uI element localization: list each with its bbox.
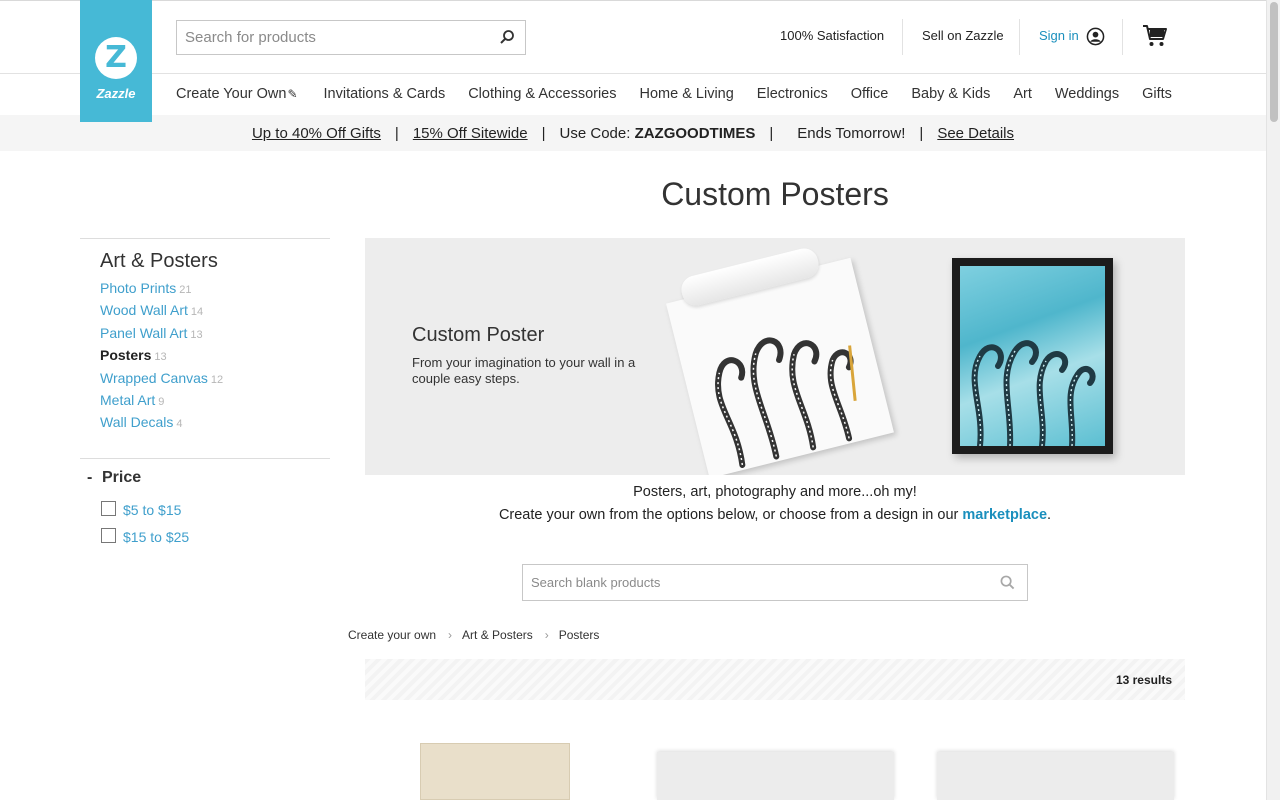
header-divider: [902, 19, 903, 55]
sidebar-item-count: 13: [190, 328, 203, 341]
chevron-right-icon: ›: [448, 628, 453, 642]
marketplace-link[interactable]: marketplace: [962, 507, 1047, 523]
sidebar-item-count: 4: [176, 418, 183, 431]
breadcrumb-posters: Posters: [558, 628, 600, 642]
zazzle-logo[interactable]: Z Zazzle: [80, 0, 152, 122]
promo-separator: |: [394, 125, 399, 142]
logo-wordmark: Zazzle: [96, 86, 136, 101]
header-rule: [0, 73, 1266, 74]
price-option-label[interactable]: $5 to $15: [123, 502, 181, 518]
sidebar-item-metal-art[interactable]: Metal Art 9: [100, 391, 223, 413]
sidebar-item-label: Wall Decals: [100, 414, 174, 431]
search-input[interactable]: [177, 21, 487, 54]
pencil-icon: ✎: [287, 87, 298, 101]
nav-baby-kids[interactable]: Baby & Kids: [911, 86, 990, 106]
hero-banner: Custom Poster From your imagination to y…: [365, 238, 1185, 475]
promo-bar: Up to 40% Off Gifts | 15% Off Sitewide | Use…: [0, 115, 1266, 151]
product-thumbnail[interactable]: [657, 752, 894, 800]
sidebar-item-count: 21: [179, 284, 192, 296]
nav-office[interactable]: Office: [851, 86, 889, 106]
sidebar-item-label: Wood Wall Art: [100, 302, 188, 319]
nav-weddings[interactable]: Weddings: [1055, 86, 1119, 106]
sidebar-item-wall-decals[interactable]: Wall Decals 4: [100, 413, 223, 435]
sidebar-item-panel-wall-art[interactable]: Panel Wall Art 13: [100, 324, 223, 346]
header-divider: [1019, 19, 1020, 55]
breadcrumb-create-your-own[interactable]: Create your own: [348, 628, 436, 642]
results-bar: 13 results: [365, 659, 1185, 700]
breadcrumb-art-posters[interactable]: Art & Posters: [462, 628, 533, 642]
blank-product-search[interactable]: [522, 564, 1028, 601]
sidebar-divider: [80, 238, 330, 239]
price-option-15-25[interactable]: $15 to $25: [101, 525, 189, 545]
nav-art[interactable]: Art: [1013, 86, 1032, 106]
nav-electronics[interactable]: Electronics: [757, 86, 828, 106]
sidebar-item-photo-prints[interactable]: Photo Prints 21: [100, 279, 223, 301]
promo-ends: Ends Tomorrow!: [797, 125, 906, 142]
price-checkbox[interactable]: [101, 500, 116, 516]
price-collapse-toggle[interactable]: -: [87, 469, 92, 487]
promo-separator: |: [541, 125, 546, 142]
header-divider: [1122, 19, 1123, 55]
cart-icon[interactable]: [1142, 24, 1168, 48]
logo-z-icon: Z: [95, 37, 137, 79]
sidebar-item-label: Metal Art: [100, 391, 156, 408]
sidebar-item-wood-wall-art[interactable]: Wood Wall Art 14: [100, 301, 223, 323]
banner-subtitle: From your imagination to your wall in a …: [412, 355, 636, 386]
blurb-line-2: Create your own from the options below, …: [365, 507, 1185, 523]
sign-in-link[interactable]: Sign in: [1039, 28, 1079, 43]
category-nav: Create Your Own✎ Invitations & Cards Clo…: [176, 86, 1172, 106]
nav-create-your-own[interactable]: Create Your Own✎: [176, 86, 298, 106]
price-option-5-15[interactable]: $5 to $15: [101, 498, 181, 518]
sidebar-item-label: Wrapped Canvas: [100, 369, 208, 386]
sidebar-item-wrapped-canvas[interactable]: Wrapped Canvas 12: [100, 369, 223, 391]
nav-gifts[interactable]: Gifts: [1142, 86, 1172, 106]
sidebar-item-label: Posters: [100, 347, 152, 364]
price-filter-heading: Price: [102, 469, 142, 486]
sidebar-item-label: Panel Wall Art: [100, 324, 188, 341]
sidebar-item-posters[interactable]: Posters 13: [100, 346, 223, 368]
promo-gifts-link[interactable]: Up to 40% Off Gifts: [252, 125, 381, 142]
sell-link[interactable]: Sell on Zazzle: [922, 28, 1004, 43]
blurb-line-2-end: .: [1047, 507, 1052, 523]
sidebar-heading: Art & Posters: [100, 250, 218, 272]
banner-title: Custom Poster: [412, 324, 545, 346]
search-icon[interactable]: [499, 29, 515, 45]
nav-home-living[interactable]: Home & Living: [640, 86, 734, 106]
sidebar-item-count: 14: [190, 306, 204, 319]
nav-label: Create Your Own: [176, 86, 287, 102]
product-thumbnail[interactable]: [937, 752, 1174, 800]
product-search[interactable]: [176, 20, 526, 55]
price-checkbox[interactable]: [101, 527, 116, 543]
nav-clothing-accessories[interactable]: Clothing & Accessories: [468, 86, 616, 106]
promo-code: ZAZGOODTIMES: [634, 125, 756, 142]
satisfaction-link[interactable]: 100% Satisfaction: [780, 28, 884, 43]
sidebar-divider: [80, 458, 330, 459]
search-icon[interactable]: [1000, 575, 1015, 590]
sidebar-item-count: 13: [154, 351, 167, 364]
vertical-scrollbar[interactable]: [1266, 0, 1280, 800]
breadcrumb: Create your own › Art & Posters › Poster…: [348, 628, 599, 642]
promo-details-link[interactable]: See Details: [937, 125, 1014, 142]
sidebar-item-count: 9: [158, 395, 165, 408]
scrollbar-thumb[interactable]: [1270, 2, 1278, 122]
promo-separator: |: [919, 125, 924, 142]
top-border: [0, 0, 1266, 1]
blurb-line-1: Posters, art, photography and more...oh …: [633, 484, 917, 500]
chevron-right-icon: ›: [544, 628, 549, 642]
blurb-line-2-text: Create your own from the options below, …: [498, 507, 959, 523]
product-thumbnail[interactable]: [420, 743, 570, 800]
nav-invitations-cards[interactable]: Invitations & Cards: [324, 86, 446, 106]
promo-code-label: Use Code:: [559, 125, 631, 142]
page-title: Custom Posters: [661, 176, 889, 212]
sidebar-item-label: Photo Prints: [100, 280, 177, 296]
results-count: 13 results: [1115, 673, 1172, 687]
blank-search-input[interactable]: [523, 565, 983, 600]
price-option-label[interactable]: $15 to $25: [123, 529, 189, 545]
sidebar-list: Photo Prints 21 Wood Wall Art 14 Panel Wal…: [100, 279, 223, 436]
promo-separator: |: [769, 125, 774, 142]
framed-poster-image: [952, 258, 1113, 454]
promo-sitewide-link[interactable]: 15% Off Sitewide: [413, 125, 528, 142]
sidebar-item-count: 12: [210, 373, 224, 386]
user-icon[interactable]: [1086, 27, 1105, 46]
